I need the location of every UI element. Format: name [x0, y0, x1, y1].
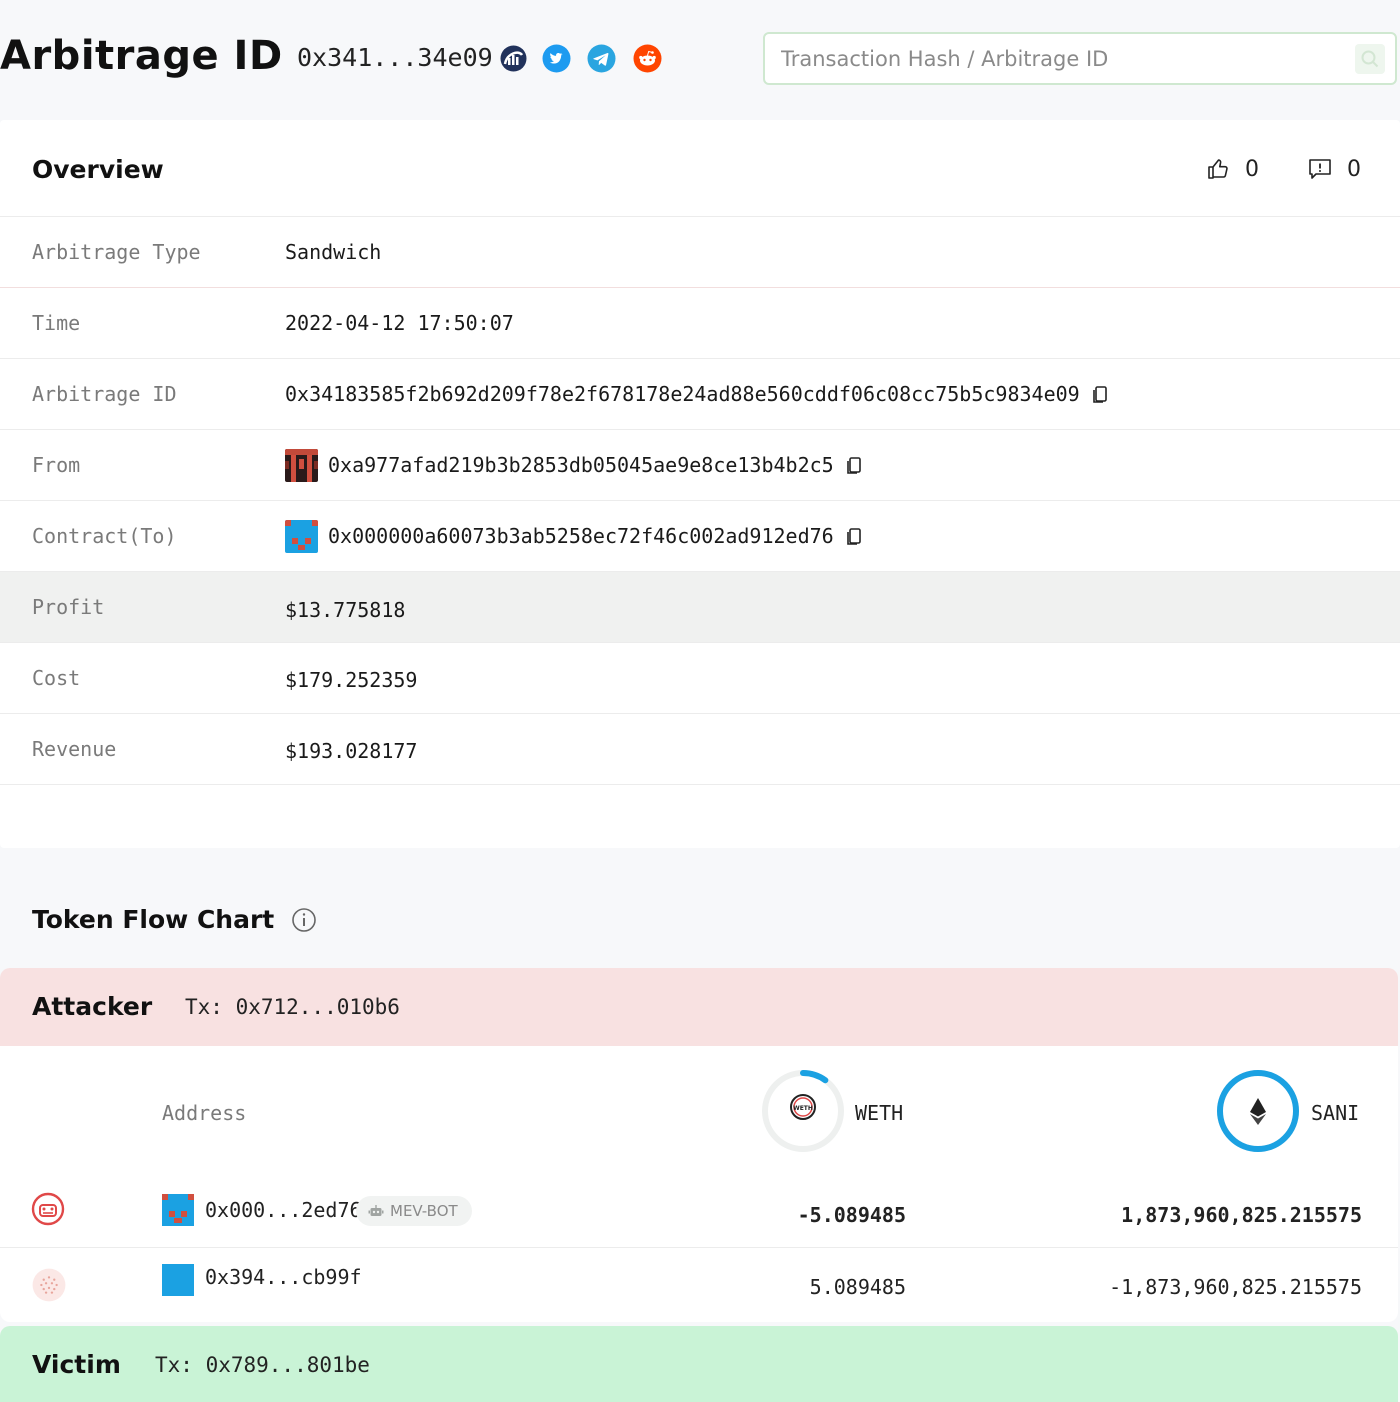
row-contract: Contract(To) 0x000000a60073b3ab5258ec72f… — [0, 501, 1400, 572]
copy-icon[interactable] — [844, 454, 866, 476]
row-value: $193.028177 — [285, 716, 417, 786]
reddit-icon[interactable] — [633, 44, 662, 73]
flow-row: 0x394...cb99f 5.089485 -1,873,960,825.21… — [0, 1249, 1398, 1321]
badge-label: MEV-BOT — [390, 1202, 458, 1220]
flow-address[interactable]: 0x000...2ed76 — [205, 1198, 362, 1222]
report-icon — [1309, 159, 1331, 179]
arbitrage-id-value: 0x34183585f2b692d209f78e2f678178e24ad88e… — [285, 382, 1080, 406]
row-revenue: Revenue $193.028177 — [0, 714, 1400, 785]
overview-header: Overview 0 0 — [0, 120, 1400, 217]
row-value: 2022-04-12 17:50:07 — [285, 288, 514, 358]
robot-icon — [368, 1205, 384, 1216]
time-value: 2022-04-12 17:50:07 — [285, 311, 514, 335]
like-counter[interactable]: 0 — [1205, 154, 1259, 184]
row-value: $13.775818 — [285, 575, 405, 645]
sani-token-ring — [1215, 1068, 1301, 1154]
row-arbitrage-id: Arbitrage ID 0x34183585f2b692d209f78e2f6… — [0, 359, 1400, 430]
telegram-icon[interactable] — [587, 44, 616, 73]
attacker-tx-link[interactable]: Tx: 0x712...010b6 — [185, 995, 400, 1019]
row-label: Revenue — [32, 737, 117, 761]
like-count: 0 — [1245, 156, 1259, 182]
overview-rows: Arbitrage Type Sandwich Time 2022-04-12 … — [0, 217, 1400, 785]
row-label: From — [32, 453, 81, 477]
row-value: $179.252359 — [285, 645, 417, 715]
search-input[interactable] — [781, 46, 1341, 72]
sani-amount: -1,873,960,825.215575 — [1109, 1275, 1362, 1299]
weth-amount: 5.089485 — [809, 1275, 906, 1299]
overview-card: Overview 0 0 Arbitrage Type Sandwich Tim… — [0, 120, 1400, 848]
address-avatar — [162, 1194, 194, 1226]
row-value: Sandwich — [285, 217, 381, 287]
row-value: 0x000000a60073b3ab5258ec72f46c002ad912ed… — [285, 501, 866, 571]
bot-icon — [31, 1192, 65, 1226]
arbitrage-short-hash: 0x341...34e09 — [297, 43, 493, 72]
svg-text:WETH: WETH — [793, 1105, 813, 1112]
page-title: Arbitrage ID — [0, 33, 283, 79]
pool-icon — [32, 1268, 66, 1302]
search-icon — [1361, 50, 1379, 68]
cost-value: $179.252359 — [285, 668, 418, 692]
row-label: Time — [32, 311, 81, 335]
row-arbitrage-type: Arbitrage Type Sandwich — [0, 217, 1400, 288]
from-address[interactable]: 0xa977afad219b3b2853db05045ae9e8ce13b4b2… — [328, 430, 834, 500]
row-label: Profit — [32, 595, 105, 619]
weth-token-name: WETH — [855, 1101, 904, 1125]
twitter-icon[interactable] — [542, 44, 571, 73]
thumbs-up-icon — [1208, 159, 1228, 179]
search-box — [763, 32, 1397, 85]
sani-amount: 1,873,960,825.215575 — [1121, 1203, 1362, 1227]
contract-avatar — [285, 519, 318, 553]
mev-bot-badge: MEV-BOT — [356, 1196, 472, 1226]
row-label: Cost — [32, 666, 81, 690]
row-value: 0x34183585f2b692d209f78e2f678178e24ad88e… — [285, 359, 1112, 429]
address-column-header: Address — [162, 1101, 247, 1125]
revenue-value: $193.028177 — [285, 739, 418, 763]
victim-tx-link[interactable]: Tx: 0x789...801be — [155, 1353, 370, 1377]
weth-token-ring: WETH — [760, 1068, 846, 1154]
report-counter[interactable]: 0 — [1307, 154, 1361, 184]
row-label: Arbitrage ID — [32, 382, 177, 406]
row-label: Arbitrage Type — [32, 240, 201, 264]
info-icon[interactable] — [291, 907, 317, 933]
flow-address[interactable]: 0x394...cb99f — [205, 1265, 362, 1289]
victim-header: Victim Tx: 0x789...801be — [0, 1326, 1398, 1402]
attacker-label: Attacker — [32, 992, 153, 1021]
row-label: Contract(To) — [32, 524, 177, 548]
address-avatar — [162, 1264, 194, 1296]
row-time: Time 2022-04-12 17:50:07 — [0, 288, 1400, 359]
attacker-flow-card: Attacker Tx: 0x712...010b6 Address WETH … — [0, 968, 1398, 1322]
profit-value: $13.775818 — [285, 598, 406, 622]
row-value: 0xa977afad219b3b2853db05045ae9e8ce13b4b2… — [285, 430, 866, 500]
etherscan-icon[interactable] — [499, 44, 528, 73]
row-profit: Profit $13.775818 — [0, 572, 1400, 643]
contract-address[interactable]: 0x000000a60073b3ab5258ec72f46c002ad912ed… — [328, 501, 834, 571]
attacker-header: Attacker Tx: 0x712...010b6 — [0, 968, 1398, 1046]
row-from: From 0xa977afad219b3b2853db05045ae9e8ce1… — [0, 430, 1400, 501]
search-button[interactable] — [1355, 44, 1385, 74]
victim-label: Victim — [32, 1350, 121, 1379]
copy-icon[interactable] — [1090, 383, 1112, 405]
row-cost: Cost $179.252359 — [0, 643, 1400, 714]
report-count: 0 — [1347, 156, 1361, 182]
copy-icon[interactable] — [844, 525, 866, 547]
from-avatar — [285, 448, 318, 482]
weth-amount: -5.089485 — [797, 1203, 906, 1227]
flow-row: 0x000...2ed76 MEV-BOT -5.089485 1,873,96… — [0, 1176, 1398, 1248]
sani-token-name: SANI — [1311, 1101, 1360, 1125]
overview-title: Overview — [32, 155, 164, 184]
page-header: Arbitrage ID 0x341...34e09 — [0, 0, 1400, 120]
token-flow-title: Token Flow Chart — [32, 905, 275, 934]
arbitrage-type-value: Sandwich — [285, 240, 382, 264]
